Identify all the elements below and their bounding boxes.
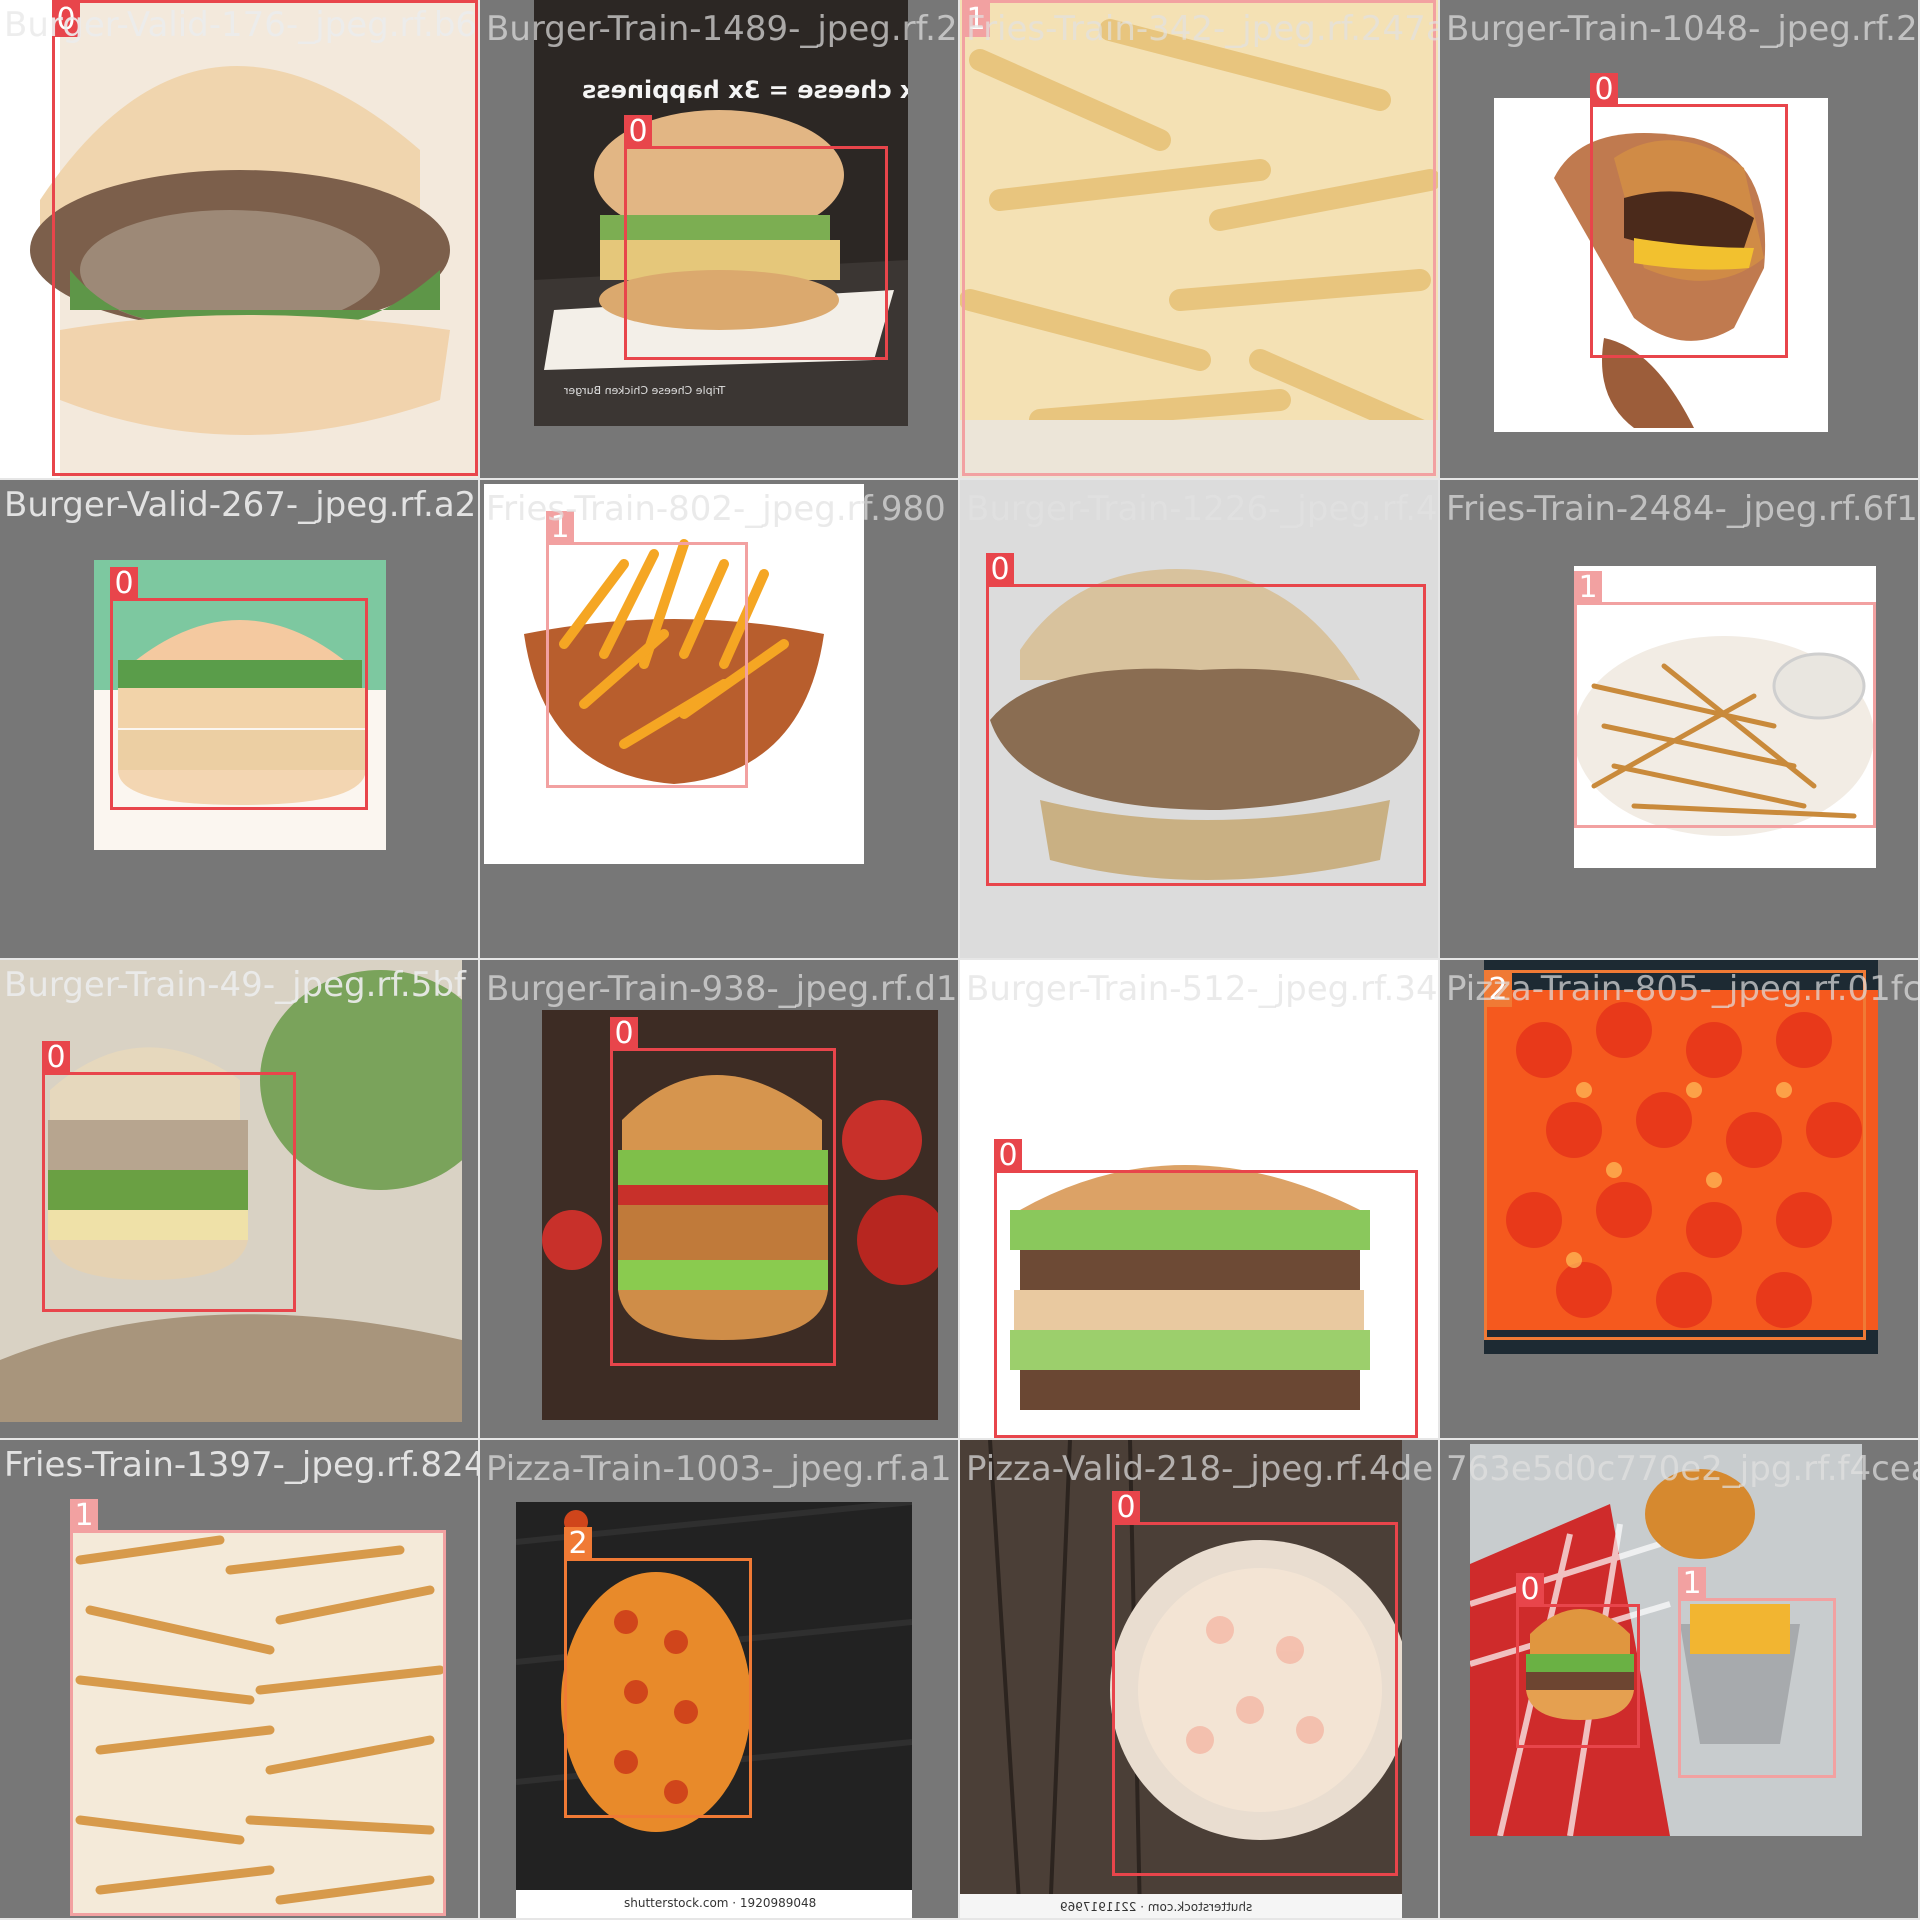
mosaic-grid: Burger-Valid-176-_jpeg.rf.b6 0 3x cheese… <box>0 0 1920 1920</box>
bounding-box: 0 <box>1590 73 1788 358</box>
bounding-box: 1 <box>70 1499 446 1916</box>
bounding-box: 0 <box>624 115 888 360</box>
poster-headline: 3x cheese = 3x happiness <box>582 76 908 104</box>
bounding-box: 1 <box>1574 571 1876 828</box>
class-label: 0 <box>994 1139 1022 1173</box>
tile-filename-overlap: Fries-Train-2484-_jpeg.rf.6f12 <box>1446 489 1918 529</box>
bounding-box: 1 <box>962 0 1436 476</box>
tile-1: Burger-Valid-176-_jpeg.rf.b6 0 <box>0 0 478 478</box>
tile-filename-overlap: Burger-Train-1489-_jpeg.rf.2 <box>486 9 958 49</box>
tile-filename-overlap: Burger-Train-512-_jpeg.rf.34 <box>966 969 1438 1009</box>
bounding-box: 0 <box>610 1017 836 1366</box>
watermark-caption: shutterstock.com · 2211917969 <box>1060 1900 1253 1914</box>
class-label: 0 <box>1590 73 1618 107</box>
tile-10: Burger-Train-938-_jpeg.rf.d1 0 <box>480 960 958 1438</box>
tile-7: Burger-Train-1226-_jpeg.rf.4e 0 <box>960 480 1438 958</box>
tile-16: 763e5d0c770e2_jpg.rf.f4cea 0 1 <box>1440 1440 1918 1918</box>
tile-filename: Burger-Valid-176-_jpeg.rf.b6 <box>4 5 478 45</box>
tile-filename-overlap: Burger-Train-1048-_jpeg.rf.2 <box>1446 9 1918 49</box>
tile-6: Fries-Train-802-_jpeg.rf.980 1 <box>480 480 958 958</box>
class-label: 0 <box>1112 1491 1140 1525</box>
class-label: 1 <box>70 1499 98 1533</box>
tile-3: Fries-Train-342-_jpeg.rf.247a 1 <box>960 0 1438 478</box>
bounding-box: 0 <box>110 567 368 810</box>
tile-filename-overlap: Pizza-Train-805-_jpeg.rf.01fc <box>1446 969 1918 1009</box>
tile-filename-overlap: Burger-Train-938-_jpeg.rf.d1 <box>486 969 958 1009</box>
tile-filename: Burger-Valid-267-_jpeg.rf.a2 <box>4 485 477 525</box>
watermark-caption: shutterstock.com · 1920989048 <box>624 1896 817 1910</box>
bounding-box: 1 <box>546 511 748 788</box>
tile-5: Burger-Valid-267-_jpeg.rf.a2 0 <box>0 480 478 958</box>
tile-filename-overlap: Fries-Train-342-_jpeg.rf.247a <box>966 9 1438 49</box>
tile-11: Burger-Train-512-_jpeg.rf.34 0 <box>960 960 1438 1438</box>
bounding-box: 2 <box>564 1527 752 1818</box>
class-label: 0 <box>1516 1573 1544 1607</box>
tile-12: Pizza-Train-805-_jpeg.rf.01fc 2 <box>1440 960 1918 1438</box>
tile-8: Fries-Train-2484-_jpeg.rf.6f12 1 <box>1440 480 1918 958</box>
poster-subtext: Triple Cheese Chicken Burger <box>564 384 726 397</box>
tile-15: shutterstock.com · 2211917969 Pizza-Vali… <box>960 1440 1438 1918</box>
tile-filename-overlap: Burger-Train-1226-_jpeg.rf.4e <box>966 489 1438 529</box>
tile-filename-overlap: Pizza-Valid-218-_jpeg.rf.4de <box>966 1449 1434 1489</box>
class-label: 1 <box>1678 1567 1706 1601</box>
tile-filename: Burger-Train-49-_jpeg.rf.5bf <box>4 965 466 1005</box>
bounding-box: 0 <box>1112 1491 1398 1876</box>
tile-filename-overlap: 763e5d0c770e2_jpg.rf.f4cea <box>1446 1449 1918 1489</box>
bounding-box: 0 <box>986 553 1426 886</box>
tile-2: 3x cheese = 3x happiness Triple Cheese C… <box>480 0 958 478</box>
class-label: 0 <box>986 553 1014 587</box>
tile-filename: Fries-Train-1397-_jpeg.rf.824 <box>4 1445 478 1485</box>
bounding-box: 0 <box>52 0 478 476</box>
class-label: 2 <box>564 1527 592 1561</box>
bounding-box: 0 <box>994 1139 1418 1438</box>
tile-filename-overlap: Fries-Train-802-_jpeg.rf.980 <box>486 489 946 529</box>
bounding-box: 2 <box>1484 970 1866 1340</box>
tile-4: Burger-Train-1048-_jpeg.rf.2 0 <box>1440 0 1918 478</box>
bounding-box: 1 <box>1678 1567 1836 1778</box>
class-label: 0 <box>42 1041 70 1075</box>
class-label: 0 <box>624 115 652 149</box>
tile-filename-overlap: Pizza-Train-1003-_jpeg.rf.a1 <box>486 1449 952 1489</box>
bounding-box: 0 <box>42 1041 296 1312</box>
class-label: 0 <box>610 1017 638 1051</box>
tile-9: Burger-Train-49-_jpeg.rf.5bf 0 <box>0 960 478 1438</box>
bounding-box: 0 <box>1516 1573 1640 1748</box>
class-label: 1 <box>1574 571 1602 605</box>
tile-13: Fries-Train-1397-_jpeg.rf.824 1 <box>0 1440 478 1918</box>
class-label: 0 <box>110 567 138 601</box>
tile-14: shutterstock.com · 1920989048 Pizza-Trai… <box>480 1440 958 1918</box>
